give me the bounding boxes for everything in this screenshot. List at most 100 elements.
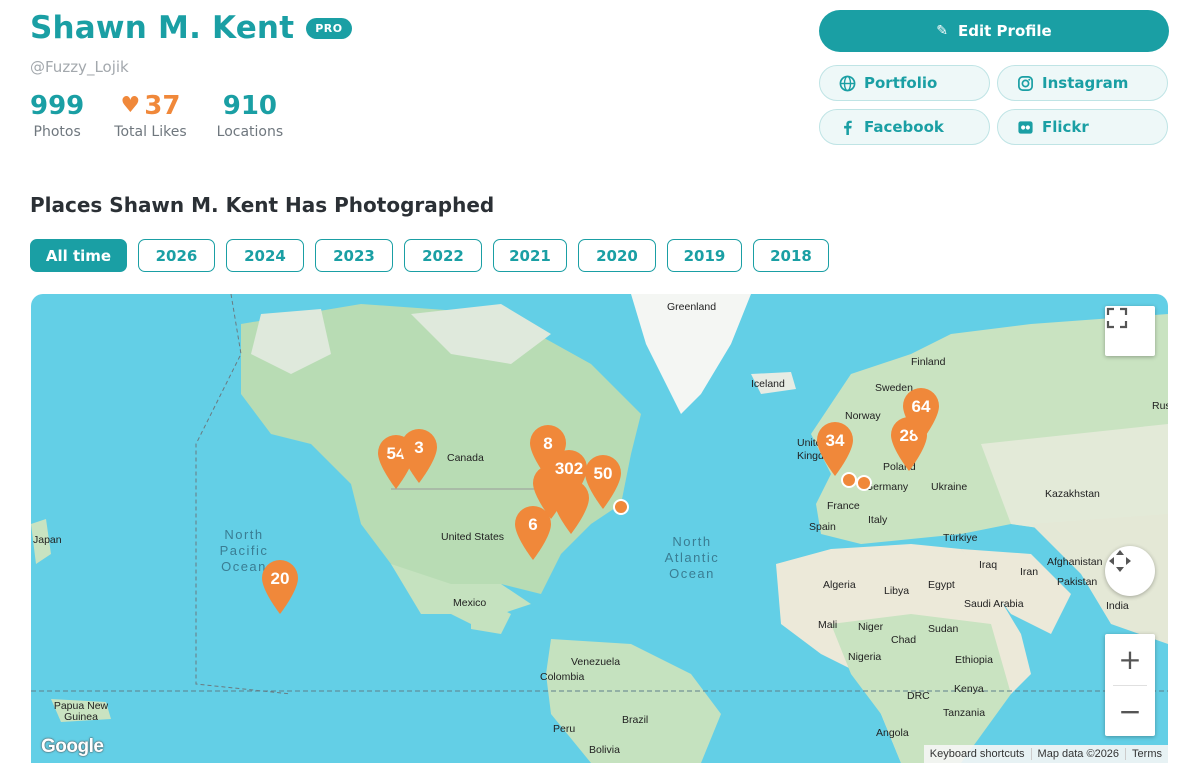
- stat-value: 999: [30, 91, 85, 121]
- keyboard-shortcuts-link[interactable]: Keyboard shortcuts: [924, 748, 1031, 760]
- tab-2022[interactable]: 2022: [404, 239, 482, 272]
- map-label: Peru: [553, 723, 576, 735]
- terms-link[interactable]: Terms: [1125, 748, 1168, 760]
- profile-handle: @Fuzzy_Lojik: [30, 58, 129, 76]
- map-label: Venezuela: [571, 656, 621, 668]
- cluster-count: 64: [911, 397, 931, 416]
- map-label: Iceland: [751, 378, 785, 390]
- link-label: Instagram: [1042, 74, 1129, 92]
- map-label: Papua New Guinea: [53, 700, 109, 723]
- map-label: Spain: [809, 521, 836, 533]
- location-cluster-marker[interactable]: 34: [815, 421, 855, 477]
- map-label: Niger: [858, 621, 884, 633]
- map-label: United States: [441, 531, 505, 543]
- map-label: Kenya: [954, 683, 984, 695]
- location-cluster-marker[interactable]: 20: [260, 559, 300, 615]
- fullscreen-button[interactable]: [1105, 306, 1155, 356]
- heart-icon: ♥: [120, 93, 141, 118]
- location-point-marker[interactable]: [841, 472, 857, 488]
- map-label: Mexico: [453, 597, 487, 609]
- fullscreen-icon: [1106, 307, 1128, 329]
- section-title: Places Shawn M. Kent Has Photographed: [30, 193, 495, 217]
- tab-2023[interactable]: 2023: [315, 239, 393, 272]
- tab-2020[interactable]: 2020: [578, 239, 656, 272]
- cluster-count: 3: [414, 438, 424, 457]
- flickr-icon: [1016, 118, 1034, 136]
- instagram-icon: [1016, 74, 1034, 92]
- link-label: Portfolio: [864, 74, 938, 92]
- location-point-marker[interactable]: [856, 475, 872, 491]
- location-cluster-marker[interactable]: 3: [399, 428, 439, 484]
- cluster-count: 302: [554, 459, 584, 478]
- map-label: Libya: [884, 585, 910, 597]
- map-label: Brazil: [622, 714, 649, 726]
- profile-header: Shawn M. Kent PRO: [30, 10, 352, 46]
- pan-control-button[interactable]: [1105, 546, 1155, 596]
- stat-label: Locations: [216, 124, 284, 140]
- map-label: Greenland: [667, 301, 717, 313]
- tab-2019[interactable]: 2019: [667, 239, 742, 272]
- profile-name: Shawn M. Kent: [30, 10, 295, 46]
- stat-value-wrap: ♥ 37: [121, 90, 181, 122]
- map-label: DRC: [907, 690, 930, 702]
- edit-profile-button[interactable]: ✎ Edit Profile: [819, 10, 1169, 52]
- tab-2024[interactable]: 2024: [226, 239, 304, 272]
- stat-locations: 910 Locations: [217, 90, 284, 140]
- location-cluster-marker[interactable]: 6: [513, 505, 553, 561]
- edit-profile-label: Edit Profile: [958, 22, 1052, 40]
- location-cluster-marker[interactable]: 302: [549, 449, 589, 505]
- stat-photos: 999 Photos: [30, 90, 84, 140]
- map-label: Japan: [33, 534, 62, 546]
- cluster-count: 20: [270, 569, 290, 588]
- ocean-label-atlantic: North Atlantic Ocean: [664, 534, 720, 581]
- zoom-out-button[interactable]: −: [1105, 686, 1155, 737]
- cluster-count: 50: [593, 464, 613, 483]
- cluster-count: 6: [528, 515, 538, 534]
- tab-2018[interactable]: 2018: [753, 239, 829, 272]
- stat-value: 37: [144, 91, 181, 121]
- tab-all-time[interactable]: All time: [30, 239, 127, 272]
- instagram-link-button[interactable]: Instagram: [997, 65, 1168, 101]
- portfolio-link-button[interactable]: Portfolio: [819, 65, 990, 101]
- location-point-marker[interactable]: [613, 499, 629, 515]
- link-label: Facebook: [864, 118, 944, 136]
- stat-label: Total Likes: [114, 124, 187, 140]
- map-label: Colombia: [540, 671, 585, 683]
- year-filter-tabs: All time 2026 2024 2023 2022 2021 2020 2…: [30, 239, 840, 272]
- zoom-in-button[interactable]: +: [1105, 634, 1155, 685]
- map-label: Finland: [911, 356, 946, 368]
- pencil-icon: ✎: [936, 23, 949, 39]
- map-label: Ethiopia: [955, 654, 993, 666]
- tab-2026[interactable]: 2026: [138, 239, 215, 272]
- map-label: Angola: [876, 727, 909, 739]
- facebook-icon: [838, 118, 856, 136]
- profile-stats: 999 Photos ♥ 37 Total Likes 910 Location…: [30, 90, 313, 140]
- map-label: Chad: [891, 634, 917, 646]
- facebook-link-button[interactable]: Facebook: [819, 109, 990, 145]
- map-attribution: Keyboard shortcuts Map data ©2026 Terms: [923, 745, 1168, 763]
- photo-locations-map[interactable]: Greenland Finland Iceland Sweden Norway …: [31, 294, 1168, 763]
- cluster-count: 34: [825, 431, 845, 450]
- map-label: Nigeria: [848, 651, 882, 663]
- map-label: Ukraine: [931, 481, 968, 493]
- map-label: Pakistan: [1057, 576, 1098, 588]
- map-label: France: [827, 500, 860, 512]
- map-label: Iraq: [979, 559, 998, 571]
- move-arrows-icon: [1109, 550, 1131, 572]
- map-label: Kazakhstan: [1045, 488, 1100, 500]
- stat-value: 910: [222, 91, 278, 121]
- map-label: Mali: [818, 619, 838, 631]
- link-label: Flickr: [1042, 118, 1089, 136]
- map-label: Sudan: [928, 623, 959, 635]
- map-label: Saudi Arabia: [964, 598, 1024, 610]
- stat-label: Photos: [33, 124, 81, 140]
- pro-badge: PRO: [306, 17, 352, 39]
- map-label: Italy: [868, 514, 888, 526]
- map-label: Tanzania: [943, 707, 986, 719]
- tab-2021[interactable]: 2021: [493, 239, 567, 272]
- map-label: Algeria: [823, 579, 856, 591]
- location-cluster-marker[interactable]: 64: [901, 387, 941, 443]
- stat-likes: ♥ 37 Total Likes: [114, 90, 186, 140]
- flickr-link-button[interactable]: Flickr: [997, 109, 1168, 145]
- google-logo: Google: [41, 736, 104, 757]
